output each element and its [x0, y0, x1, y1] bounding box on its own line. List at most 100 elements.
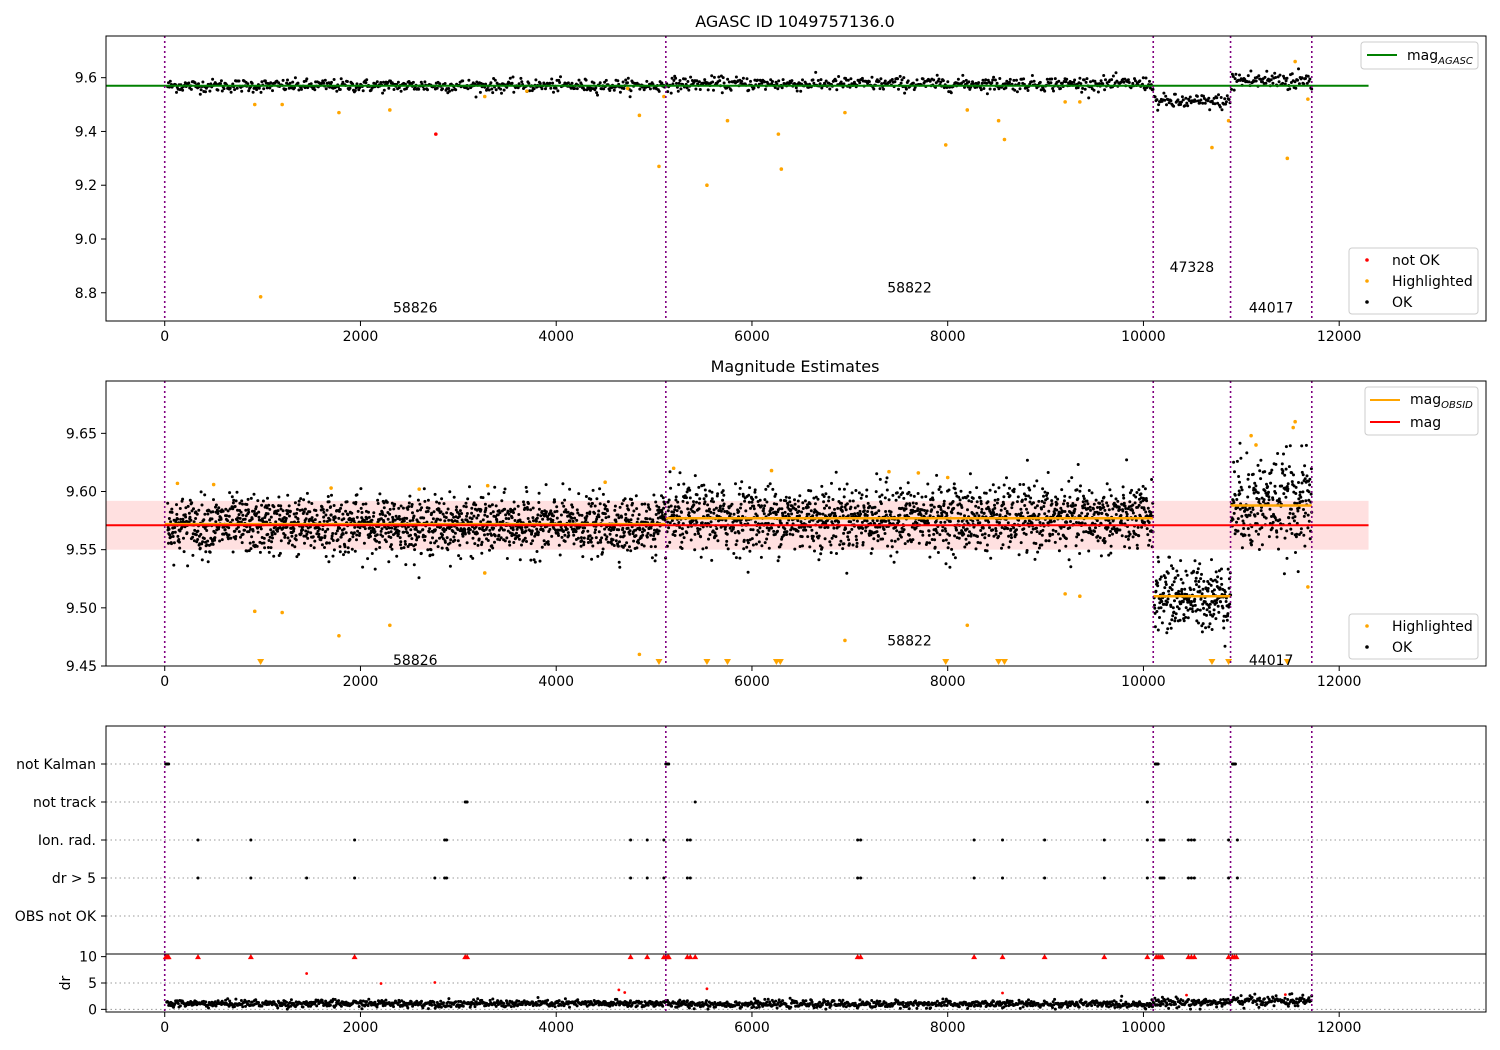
ok-point [956, 511, 960, 515]
ok-point [307, 500, 311, 504]
ok-point [848, 499, 852, 503]
ok-point [544, 87, 547, 91]
ok-point [277, 495, 281, 499]
ok-point [628, 532, 632, 536]
ok-point [1111, 74, 1115, 78]
ok-point [240, 499, 244, 503]
ok-point [606, 540, 610, 544]
ok-point [227, 526, 231, 530]
ok-point [648, 517, 652, 521]
ok-point [534, 519, 538, 523]
ok-point [580, 513, 584, 517]
ok-point [631, 513, 635, 517]
ok-point [677, 81, 681, 85]
ok-point [227, 533, 231, 537]
ok-point [525, 540, 528, 543]
ok-point [706, 503, 710, 507]
ok-point [507, 517, 511, 521]
ok-point [399, 543, 402, 547]
ok-point [370, 518, 374, 522]
ok-point [993, 498, 997, 502]
ok-point [1215, 96, 1219, 100]
highlighted-point [252, 102, 257, 107]
ok-point [479, 508, 483, 512]
ok-point [342, 517, 346, 521]
ok-point [364, 81, 368, 85]
ok-point [404, 527, 408, 531]
ok-point [1064, 537, 1068, 541]
ok-point [876, 539, 880, 543]
ok-point [393, 502, 397, 506]
ok-point [348, 86, 352, 90]
ok-point [290, 534, 294, 538]
ok-point [1195, 583, 1198, 587]
panel-1-legend-lower[interactable]: not OK Highlighted OK [1348, 247, 1479, 315]
ok-point [1056, 497, 1060, 501]
ok-point [1050, 499, 1054, 503]
ok-point [1078, 489, 1082, 493]
ok-point [919, 513, 923, 517]
ok-point [446, 548, 450, 552]
ok-point [617, 528, 621, 532]
ok-point [902, 76, 906, 80]
ok-point [877, 79, 881, 83]
ok-point [710, 497, 714, 501]
ok-point [830, 536, 834, 540]
ok-point [512, 500, 516, 504]
ok-point [1282, 76, 1286, 80]
ok-point [1059, 87, 1062, 90]
ok-point [517, 537, 521, 541]
ok-point [497, 533, 501, 537]
ok-point [1057, 532, 1060, 536]
ok-point [803, 499, 807, 503]
ok-point [194, 533, 198, 537]
ok-point [819, 78, 823, 82]
panel-1-legend-upper[interactable]: magAGASC [1360, 41, 1479, 70]
ok-point [566, 531, 570, 535]
ok-point [458, 509, 462, 513]
ok-point [752, 86, 756, 90]
ok-point [533, 560, 537, 564]
ok-point [1195, 570, 1199, 574]
ok-point [1085, 499, 1089, 503]
ok-point [228, 86, 232, 90]
ok-point [646, 531, 650, 535]
observation-label: 58822 [887, 280, 932, 296]
ok-point [385, 527, 389, 531]
highlighted-point [637, 113, 642, 118]
ok-point [729, 88, 733, 92]
ok-point [1216, 604, 1220, 608]
ok-point [181, 517, 185, 521]
ok-point [1144, 510, 1148, 514]
ok-point [988, 488, 992, 492]
ok-point [872, 87, 876, 91]
ok-point [237, 530, 241, 534]
ok-point [182, 550, 186, 554]
ok-point [695, 520, 699, 524]
ok-point [427, 530, 431, 534]
ok-point [1146, 533, 1150, 537]
ok-point [978, 521, 982, 525]
ok-point [553, 500, 557, 504]
ok-point [865, 514, 869, 517]
ok-point [1105, 482, 1109, 486]
ok-point [760, 544, 764, 548]
ok-point [1055, 508, 1059, 512]
ok-point [1234, 72, 1238, 76]
ok-point [977, 506, 981, 510]
highlighted-point [725, 118, 730, 123]
ok-point [998, 521, 1001, 525]
ok-point [1207, 625, 1211, 629]
ok-point [674, 529, 678, 533]
ok-point [985, 81, 989, 85]
ok-point [1079, 484, 1082, 488]
ok-point [620, 502, 624, 506]
ok-point [890, 545, 894, 549]
ok-point [865, 488, 869, 492]
ok-point [955, 528, 959, 532]
ok-point [1020, 498, 1024, 502]
ok-point [303, 541, 306, 545]
ok-point [1193, 559, 1197, 563]
ok-point [431, 553, 435, 557]
ok-point [589, 497, 593, 501]
